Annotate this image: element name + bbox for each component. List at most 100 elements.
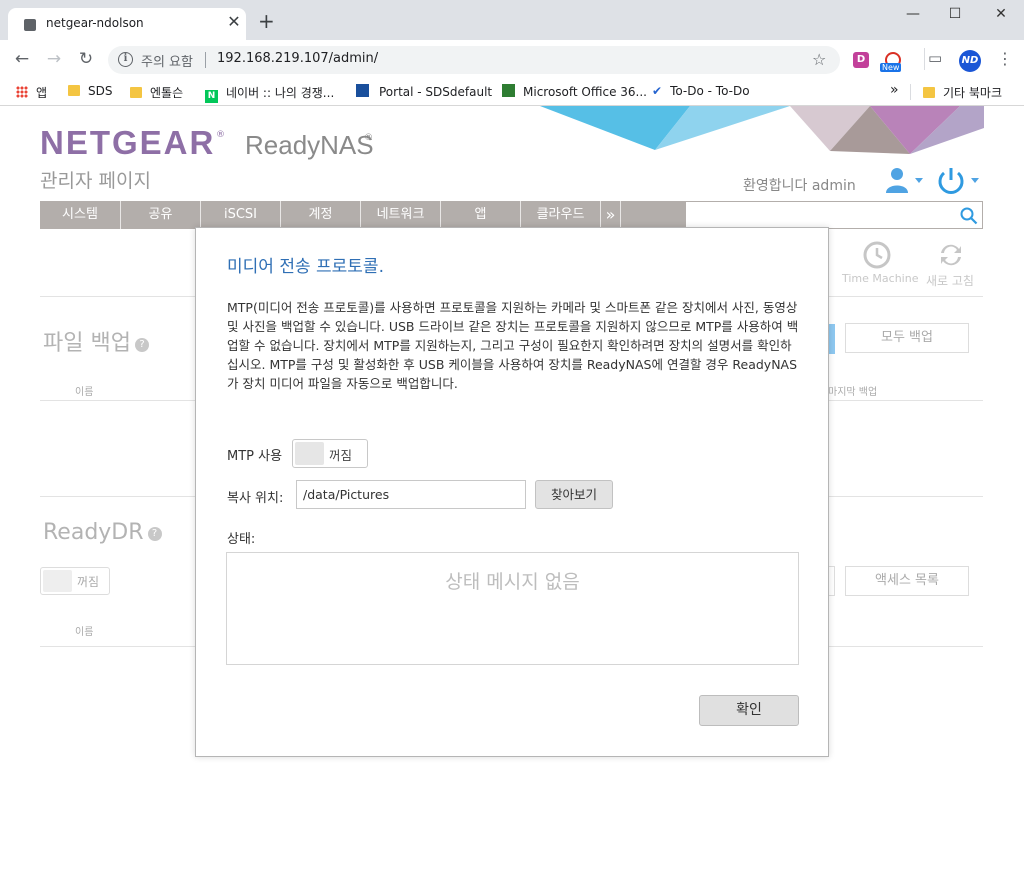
- folder-icon: [130, 87, 142, 98]
- power-icon[interactable]: [937, 166, 981, 196]
- bookmark-label: Portal - SDSdefault: [379, 85, 493, 99]
- bookmark-label: Microsoft Office 36...: [523, 85, 647, 99]
- close-tab-icon[interactable]: ✕: [224, 12, 244, 31]
- readydr-toggle[interactable]: 꺼짐: [40, 567, 110, 595]
- new-badge: New: [880, 63, 902, 72]
- apps-grid-icon: [16, 86, 28, 98]
- mtp-toggle[interactable]: 꺼짐: [292, 439, 368, 468]
- netgear-logo: NETGEAR: [40, 124, 216, 161]
- security-warning[interactable]: 주의 요함: [141, 51, 193, 70]
- address-bar[interactable]: i 주의 요함 192.168.219.107/admin/ ☆: [108, 46, 840, 74]
- toggle-state: 꺼짐: [329, 448, 353, 463]
- refresh-label: 새로 고침: [926, 274, 974, 288]
- bookmark-apps[interactable]: 앱: [16, 84, 47, 101]
- info-icon[interactable]: i: [118, 52, 133, 67]
- minimize-icon[interactable]: —: [898, 6, 928, 26]
- search-icon[interactable]: [960, 207, 978, 225]
- office-icon: [502, 84, 515, 97]
- bookmark-label: 네이버 :: 나의 경쟁...: [226, 86, 335, 100]
- refresh-icon[interactable]: [937, 241, 965, 269]
- section-title-text: 파일 백업: [43, 331, 131, 356]
- address-divider: [205, 52, 206, 68]
- toggle-knob: [43, 570, 72, 592]
- toggle-knob: [295, 442, 324, 465]
- product-name: ReadyNAS: [245, 130, 374, 160]
- more-bookmarks-icon[interactable]: »: [890, 82, 899, 98]
- bookmark-label: To-Do - To-Do: [670, 84, 750, 98]
- browser-toolbar: ← → ↻ i 주의 요함 192.168.219.107/admin/ ☆ D…: [0, 40, 1024, 78]
- tab-title: netgear-ndolson: [46, 16, 144, 30]
- menu-apps[interactable]: 앱: [441, 201, 521, 229]
- back-icon[interactable]: ←: [12, 49, 32, 69]
- main-menu: 시스템 공유 iSCSI 계정 네트워크 앱 클라우드 »: [40, 201, 685, 229]
- browse-button[interactable]: 찾아보기: [535, 480, 613, 509]
- forward-icon[interactable]: →: [44, 49, 64, 69]
- menu-accounts[interactable]: 계정: [281, 201, 361, 229]
- naver-icon: N: [205, 90, 218, 103]
- url-text[interactable]: 192.168.219.107/admin/: [217, 51, 378, 66]
- bookmark-label: 엔톨슨: [150, 86, 184, 100]
- bookmark-portal[interactable]: Portal - SDSdefault: [356, 84, 492, 99]
- browser-menu-icon[interactable]: ⋮: [997, 49, 1013, 68]
- bookmark-folder-2[interactable]: 엔톨슨: [130, 84, 183, 101]
- bookmark-sds[interactable]: SDS: [68, 84, 112, 98]
- mtp-dialog: 미디어 전송 프로토콜. MTP(미디어 전송 프로토콜)를 사용하면 프로토콜…: [195, 227, 829, 757]
- ok-button[interactable]: 확인: [699, 695, 799, 726]
- page-subtitle: 관리자 페이지: [40, 170, 151, 192]
- menu-more[interactable]: »: [601, 201, 621, 229]
- folder-icon: [68, 85, 80, 96]
- cast-icon[interactable]: ▭: [928, 49, 942, 67]
- bookmarks-bar: 앱 SDS 엔톨슨 N 네이버 :: 나의 경쟁... Portal - SDSd…: [0, 78, 1024, 106]
- copy-location-input[interactable]: [296, 480, 526, 509]
- bookmark-label: 기타 북마크: [943, 86, 1003, 100]
- blue-button-edge[interactable]: [828, 324, 835, 354]
- profile-avatar[interactable]: ND: [959, 50, 981, 72]
- dialog-description: MTP(미디어 전송 프로토콜)를 사용하면 프로토콜을 지원하는 카메라 및 …: [227, 300, 799, 391]
- status-label: 상태:: [227, 532, 256, 547]
- bookmark-todo[interactable]: ✔ To-Do - To-Do: [652, 84, 750, 98]
- help-icon[interactable]: ?: [134, 338, 149, 352]
- extension-d-icon[interactable]: D: [853, 52, 869, 68]
- bookmark-label: 앱: [36, 86, 48, 100]
- welcome-text: 환영합니다 admin: [743, 178, 856, 194]
- maximize-icon[interactable]: ☐: [940, 6, 970, 26]
- new-tab-icon[interactable]: +: [258, 11, 275, 31]
- registered-mark: ®: [364, 133, 373, 143]
- access-list-button[interactable]: 액세스 목록: [845, 566, 969, 596]
- bookmark-other[interactable]: 기타 북마크: [923, 84, 1002, 101]
- hidden-button-edge[interactable]: [828, 566, 835, 596]
- copy-location-label: 복사 위치:: [227, 491, 284, 506]
- column-header-name: 이름: [75, 387, 94, 398]
- menu-cloud[interactable]: 클라우드: [521, 201, 601, 229]
- backup-all-button[interactable]: 모두 백업: [845, 323, 969, 353]
- folder-icon: [923, 87, 935, 98]
- checkmark-icon: ✔: [652, 84, 663, 98]
- registered-mark: ®: [216, 130, 225, 140]
- browser-tab[interactable]: netgear-ndolson ✕: [8, 8, 246, 40]
- user-account-icon[interactable]: [886, 166, 926, 194]
- time-machine-label: Time Machine: [842, 272, 919, 285]
- column-header-last-backup: 마지막 백업: [828, 387, 878, 398]
- bookmark-label: SDS: [88, 84, 113, 98]
- bookmark-star-icon[interactable]: ☆: [812, 50, 826, 69]
- section-title-text: ReadyDR: [43, 520, 144, 545]
- help-icon[interactable]: ?: [147, 527, 162, 541]
- reload-icon[interactable]: ↻: [76, 49, 96, 69]
- page-icon: [24, 19, 36, 31]
- search-input[interactable]: [685, 201, 983, 229]
- menu-shares[interactable]: 공유: [121, 201, 201, 229]
- close-window-icon[interactable]: ✕: [986, 6, 1016, 26]
- file-backup-title: 파일 백업?: [43, 325, 149, 357]
- toggle-label: 꺼짐: [77, 575, 100, 589]
- bookmark-office[interactable]: Microsoft Office 36...: [502, 84, 647, 99]
- portal-icon: [356, 84, 369, 97]
- bookmark-naver[interactable]: N 네이버 :: 나의 경쟁...: [205, 84, 334, 103]
- time-machine-icon[interactable]: [863, 241, 891, 269]
- dialog-title: 미디어 전송 프로토콜.: [227, 257, 384, 277]
- readydr-title: ReadyDR?: [43, 520, 162, 545]
- menu-iscsi[interactable]: iSCSI: [201, 201, 281, 229]
- menu-network[interactable]: 네트워크: [361, 201, 441, 229]
- column-header-name: 이름: [75, 627, 94, 638]
- menu-system[interactable]: 시스템: [40, 201, 121, 229]
- mtp-enable-label: MTP 사용: [227, 449, 283, 464]
